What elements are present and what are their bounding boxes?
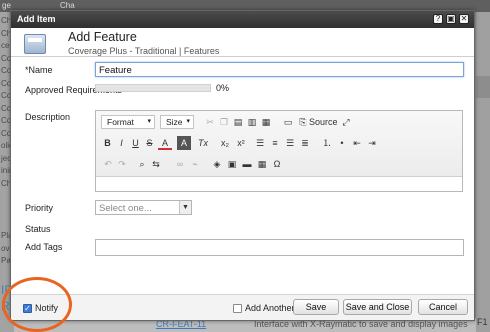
source-icon[interactable]: ⎘: [297, 115, 309, 129]
paste-icon[interactable]: ▤: [232, 115, 244, 129]
format-dropdown-label: Format: [107, 117, 134, 127]
add-tags-input[interactable]: [95, 239, 464, 256]
dialog-titlebar[interactable]: Add Item ? ▣ ✕: [11, 11, 474, 28]
size-dropdown-label: Size: [166, 117, 183, 127]
remove-format-button[interactable]: Tx: [196, 136, 210, 150]
priority-select[interactable]: Select one... ▼: [95, 200, 192, 215]
folder-icon[interactable]: ▬: [241, 157, 253, 171]
cancel-button[interactable]: Cancel: [418, 299, 468, 315]
add-another-label[interactable]: Add Another: [245, 303, 295, 313]
dialog-footer: ✓ Notify Add Another Save Save and Close…: [11, 294, 474, 320]
align-center-icon[interactable]: ≡: [269, 136, 281, 150]
copy-icon[interactable]: ❐: [218, 115, 230, 129]
background-topbar-text: Cha: [60, 1, 75, 10]
maximize-icon[interactable]: ⤢: [340, 115, 352, 129]
align-right-icon[interactable]: ☰: [284, 136, 296, 150]
undo-icon[interactable]: ↶: [102, 157, 114, 171]
dialog-title: Add Feature: [68, 30, 137, 44]
background-right-number: F1: [477, 317, 488, 327]
underline-button[interactable]: U: [130, 136, 141, 150]
indent-icon[interactable]: ⇥: [366, 136, 378, 150]
redo-icon[interactable]: ↷: [116, 157, 128, 171]
numbered-list-icon[interactable]: ⒈: [321, 136, 333, 150]
strikethrough-button[interactable]: S: [144, 136, 155, 150]
add-another-checkbox[interactable]: [233, 304, 242, 313]
format-dropdown[interactable]: Format ▾: [101, 115, 155, 129]
approved-requirements-percent: 0%: [216, 83, 230, 93]
paste-word-icon[interactable]: ▦: [260, 115, 272, 129]
table-icon[interactable]: ▦: [256, 157, 268, 171]
editor-toolbar: Format ▾ Size ▾ ✂ ❐ ▤ ▥ ▦ ▭ ⎘ Source ⤢ B…: [96, 111, 462, 177]
description-editor: Format ▾ Size ▾ ✂ ❐ ▤ ▥ ▦ ▭ ⎘ Source ⤢ B…: [95, 110, 463, 192]
add-tags-label: Add Tags: [25, 242, 63, 252]
align-left-icon[interactable]: ☰: [254, 136, 266, 150]
background-right-panel: F1: [476, 12, 490, 332]
save-and-close-button[interactable]: Save and Close: [343, 299, 412, 315]
name-input-value: Feature: [99, 65, 132, 76]
approved-requirements-progress: [95, 84, 211, 92]
editor-body[interactable]: [99, 181, 459, 191]
link-icon[interactable]: ∞: [174, 157, 186, 171]
paste-text-icon[interactable]: ▥: [246, 115, 258, 129]
bold-button[interactable]: B: [102, 136, 113, 150]
italic-button[interactable]: I: [116, 136, 127, 150]
add-item-dialog: Add Item ? ▣ ✕ Add Feature Coverage Plus…: [10, 10, 475, 321]
background-topbar-text: ge: [2, 1, 11, 10]
description-label: Description: [25, 112, 71, 122]
chevron-down-icon: ▼: [179, 201, 191, 214]
replace-icon[interactable]: ⇆: [150, 157, 162, 171]
source-button[interactable]: Source: [309, 115, 338, 129]
chevron-down-icon: ▾: [186, 118, 190, 125]
unlink-icon[interactable]: ⌁: [189, 157, 201, 171]
bullet-list-icon[interactable]: •: [336, 136, 348, 150]
save-button[interactable]: Save: [293, 299, 339, 315]
find-icon[interactable]: ⌕: [136, 157, 148, 171]
close-button[interactable]: ✕: [459, 14, 469, 24]
dialog-subtitle: Coverage Plus - Traditional | Features: [68, 46, 220, 56]
templates-icon[interactable]: ▭: [282, 115, 294, 129]
flash-icon[interactable]: ◈: [211, 157, 223, 171]
header-divider: [11, 56, 474, 57]
name-input[interactable]: Feature: [95, 62, 464, 77]
cut-icon[interactable]: ✂: [204, 115, 216, 129]
size-dropdown[interactable]: Size ▾: [160, 115, 194, 129]
status-label: Status: [25, 224, 51, 234]
background-right-block: [476, 76, 490, 98]
annotation-highlight-ring: [2, 277, 72, 332]
justify-icon[interactable]: ≣: [299, 136, 311, 150]
feature-icon: [24, 34, 46, 54]
chevron-down-icon: ▾: [147, 118, 151, 125]
omega-icon[interactable]: Ω: [271, 157, 283, 171]
text-color-button[interactable]: A: [158, 136, 172, 150]
subscript-button[interactable]: x₂: [218, 136, 232, 150]
name-label: *Name: [25, 65, 53, 75]
outdent-icon[interactable]: ⇤: [351, 136, 363, 150]
maximize-button[interactable]: ▣: [446, 14, 456, 24]
background-color-button[interactable]: A: [177, 136, 191, 150]
image-icon[interactable]: ▣: [226, 157, 238, 171]
dialog-window-title: Add Item: [17, 14, 56, 24]
priority-label: Priority: [25, 203, 54, 213]
help-button[interactable]: ?: [433, 14, 443, 24]
superscript-button[interactable]: x²: [234, 136, 248, 150]
priority-select-value: Select one...: [99, 203, 152, 214]
